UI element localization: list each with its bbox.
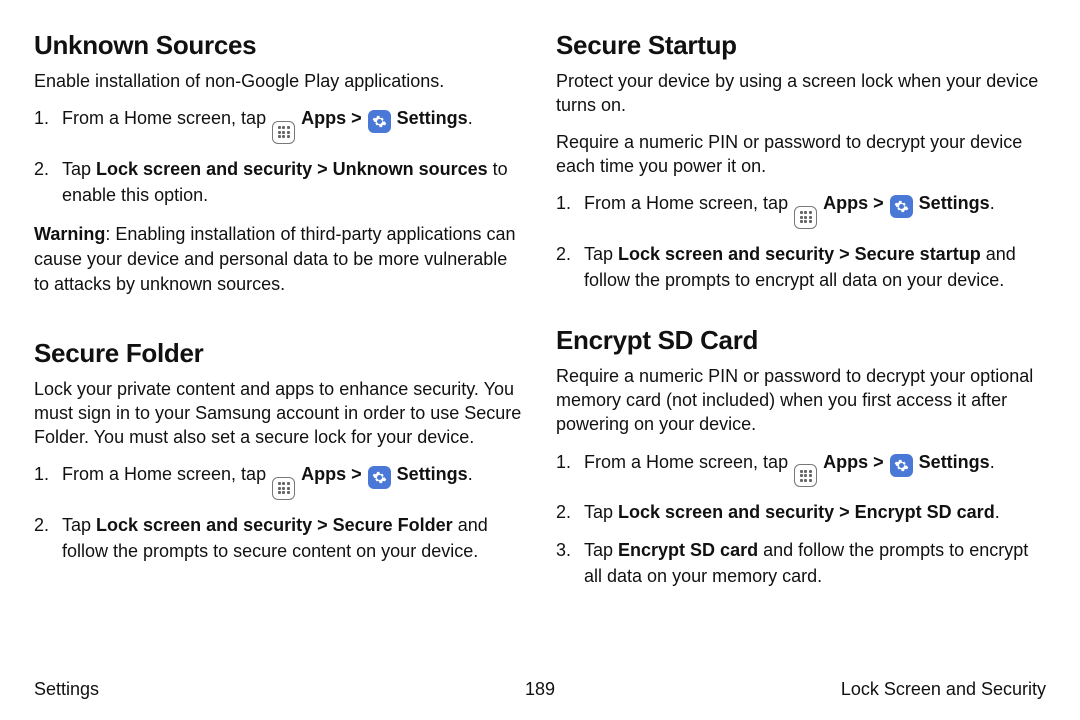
gear-icon [890, 454, 913, 477]
left-column: Unknown Sources Enable installation of n… [34, 30, 524, 662]
gear-icon [368, 466, 391, 489]
gear-icon [890, 195, 913, 218]
tap-label: Tap [62, 515, 96, 535]
page-footer: Settings 189 Lock Screen and Security [34, 679, 1046, 700]
two-column-layout: Unknown Sources Enable installation of n… [34, 30, 1046, 662]
tap-label: Tap [584, 502, 618, 522]
warning-note: Warning: Enabling installation of third-… [34, 222, 524, 298]
gear-icon [368, 110, 391, 133]
step-2: Tap Lock screen and security > Unknown s… [34, 156, 524, 208]
settings-label: Settings [397, 108, 468, 128]
warning-label: Warning [34, 224, 105, 244]
heading-unknown-sources: Unknown Sources [34, 30, 524, 61]
apps-icon [272, 121, 295, 144]
step-1: From a Home screen, tap Apps > Settings. [556, 190, 1046, 229]
heading-secure-startup: Secure Startup [556, 30, 1046, 61]
steps-encrypt-sd: From a Home screen, tap Apps > Settings.… [556, 449, 1046, 590]
apps-label: Apps [301, 108, 346, 128]
apps-label: Apps [823, 452, 868, 472]
tap-label: Tap [584, 244, 618, 264]
apps-label: Apps [301, 464, 346, 484]
heading-secure-folder: Secure Folder [34, 338, 524, 369]
step-3: Tap Encrypt SD card and follow the promp… [556, 537, 1046, 589]
bold-path: Lock screen and security > Secure startu… [618, 244, 981, 264]
bold-path: Encrypt SD card [618, 540, 758, 560]
heading-encrypt-sd: Encrypt SD Card [556, 325, 1046, 356]
desc-secure-startup-2: Require a numeric PIN or password to dec… [556, 130, 1046, 179]
steps-secure-startup: From a Home screen, tap Apps > Settings.… [556, 190, 1046, 293]
apps-icon [794, 464, 817, 487]
step-text: From a Home screen, tap [584, 452, 788, 472]
settings-label: Settings [919, 452, 990, 472]
step-1: From a Home screen, tap Apps > Settings. [556, 449, 1046, 488]
apps-icon [794, 206, 817, 229]
settings-label: Settings [919, 193, 990, 213]
desc-encrypt-sd: Require a numeric PIN or password to dec… [556, 364, 1046, 437]
step-text: From a Home screen, tap [62, 108, 266, 128]
tap-label: Tap [62, 159, 96, 179]
desc-secure-folder: Lock your private content and apps to en… [34, 377, 524, 450]
steps-unknown-sources: From a Home screen, tap Apps > Settings.… [34, 105, 524, 208]
chevron-icon: > [873, 193, 884, 213]
warning-body: : Enabling installation of third-party a… [34, 224, 516, 294]
footer-page-number: 189 [34, 679, 1046, 700]
bold-path: Lock screen and security > Encrypt SD ca… [618, 502, 995, 522]
chevron-icon: > [351, 108, 362, 128]
section-secure-folder: Secure Folder Lock your private content … [34, 338, 524, 579]
chevron-icon: > [873, 452, 884, 472]
bold-path: Lock screen and security > Unknown sourc… [96, 159, 488, 179]
chevron-icon: > [351, 464, 362, 484]
desc-unknown-sources: Enable installation of non-Google Play a… [34, 69, 524, 93]
apps-icon [272, 477, 295, 500]
step-2: Tap Lock screen and security > Secure Fo… [34, 512, 524, 564]
step-text: From a Home screen, tap [584, 193, 788, 213]
bold-path: Lock screen and security > Secure Folder [96, 515, 453, 535]
section-secure-startup: Secure Startup Protect your device by us… [556, 30, 1046, 307]
desc-secure-startup-1: Protect your device by using a screen lo… [556, 69, 1046, 118]
step-1: From a Home screen, tap Apps > Settings. [34, 105, 524, 144]
step-2: Tap Lock screen and security > Encrypt S… [556, 499, 1046, 525]
right-column: Secure Startup Protect your device by us… [556, 30, 1046, 662]
section-unknown-sources: Unknown Sources Enable installation of n… [34, 30, 524, 320]
step-1: From a Home screen, tap Apps > Settings. [34, 461, 524, 500]
settings-label: Settings [397, 464, 468, 484]
apps-label: Apps [823, 193, 868, 213]
steps-secure-folder: From a Home screen, tap Apps > Settings.… [34, 461, 524, 564]
step-text: From a Home screen, tap [62, 464, 266, 484]
step-2: Tap Lock screen and security > Secure st… [556, 241, 1046, 293]
tap-label: Tap [584, 540, 618, 560]
section-encrypt-sd: Encrypt SD Card Require a numeric PIN or… [556, 325, 1046, 604]
